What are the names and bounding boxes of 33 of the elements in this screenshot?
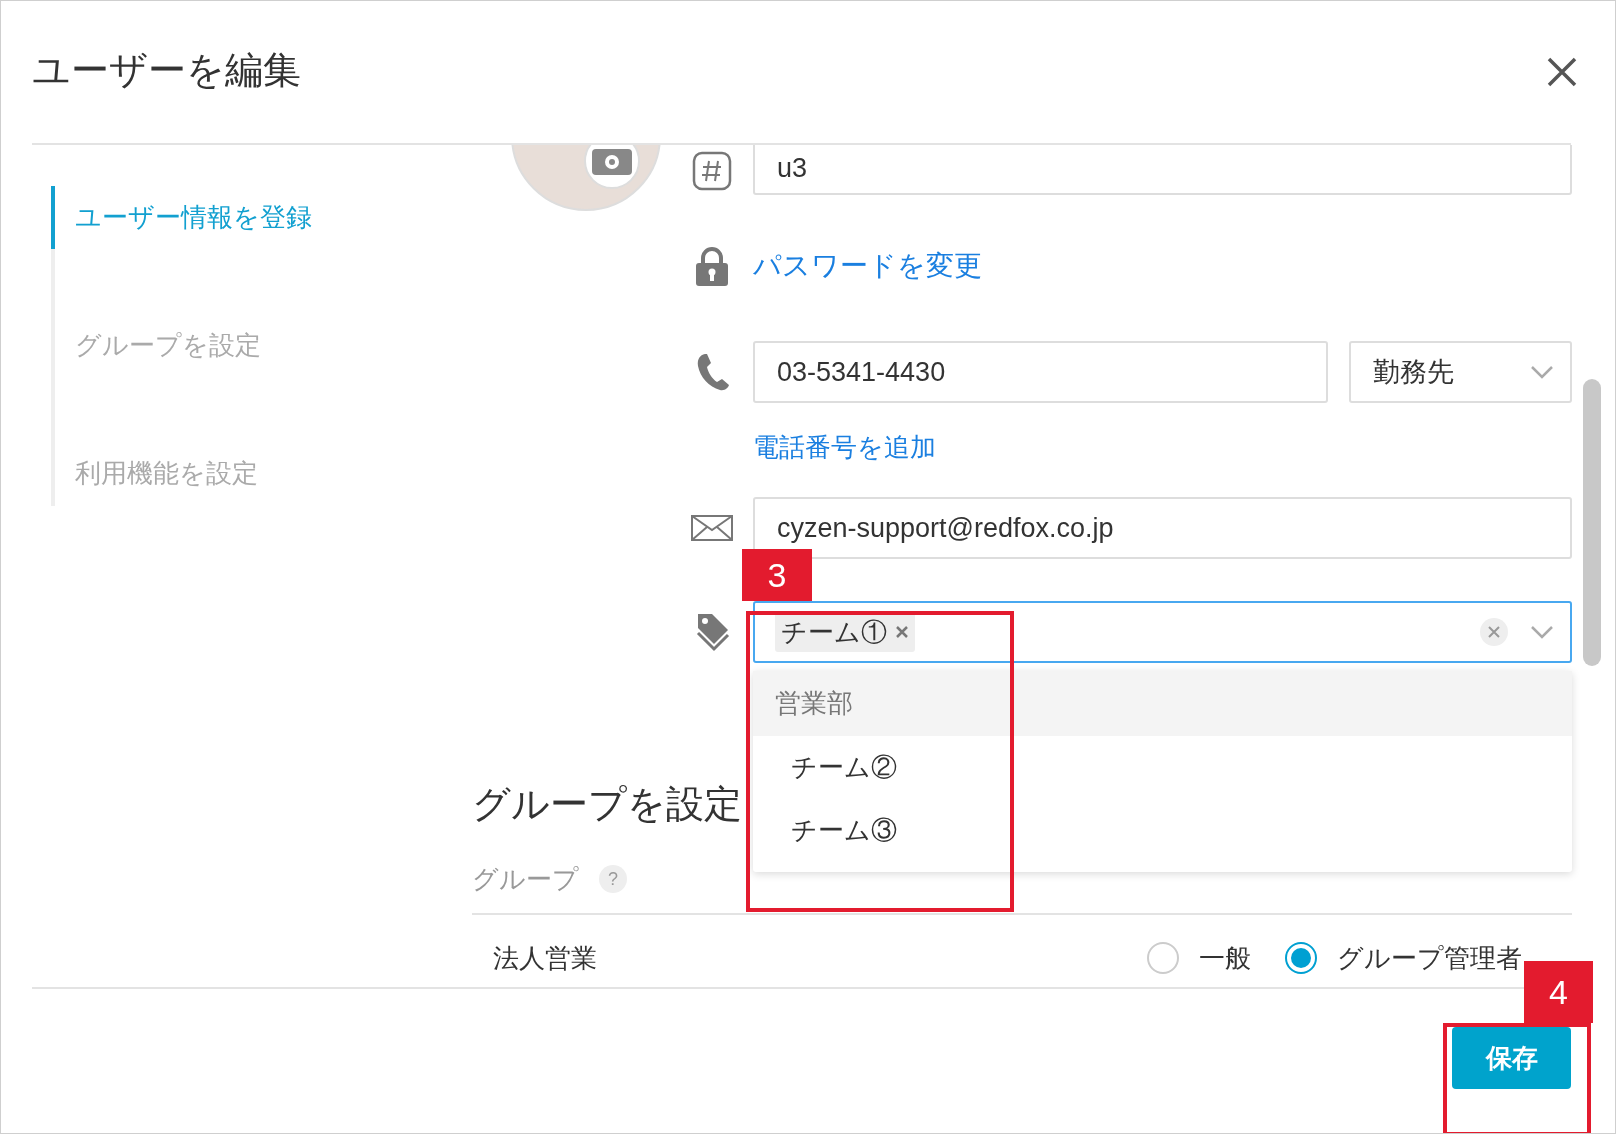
section-heading: グループを設定 — [472, 781, 742, 827]
chevron-down-icon — [1530, 365, 1554, 379]
dialog-title: ユーザーを編集 — [32, 47, 301, 93]
chevron-down-icon[interactable] — [1530, 625, 1554, 639]
clear-icon[interactable] — [1480, 618, 1508, 646]
phone-field[interactable]: 03-5341-4430 — [753, 341, 1328, 403]
menu-option[interactable]: チーム③ — [753, 799, 1572, 862]
email-field[interactable]: cyzen-support@redfox.co.jp — [753, 497, 1572, 559]
radio-label: グループ管理者 — [1337, 941, 1522, 975]
add-phone-link[interactable]: 電話番号を追加 — [753, 427, 936, 467]
step-number: 3 — [742, 549, 812, 601]
envelope-icon — [691, 515, 733, 541]
remove-icon[interactable] — [895, 625, 909, 639]
group-label: グループ — [472, 862, 579, 896]
change-password-link[interactable]: パスワードを変更 — [753, 245, 982, 287]
close-icon[interactable] — [1547, 57, 1577, 87]
lock-icon — [696, 246, 728, 286]
phone-icon — [696, 352, 730, 392]
menu-option[interactable]: チーム② — [753, 736, 1572, 799]
camera-icon — [592, 147, 632, 175]
user-id-field[interactable]: u3 — [753, 145, 1572, 195]
step-number: 4 — [1524, 961, 1593, 1023]
radio-button[interactable] — [1285, 942, 1317, 974]
menu-group-header: 営業部 — [753, 671, 1572, 736]
radio-button[interactable] — [1147, 942, 1179, 974]
tag-label: チーム① — [781, 615, 887, 649]
radio-label: 一般 — [1199, 941, 1251, 975]
phone-type-select[interactable]: 勤務先 — [1349, 341, 1572, 403]
hash-icon — [692, 151, 732, 191]
group-name: 法人営業 — [493, 941, 597, 975]
scrollbar[interactable] — [1583, 379, 1601, 666]
group-multiselect[interactable]: チーム① — [753, 601, 1572, 663]
tags-icon — [696, 612, 730, 652]
